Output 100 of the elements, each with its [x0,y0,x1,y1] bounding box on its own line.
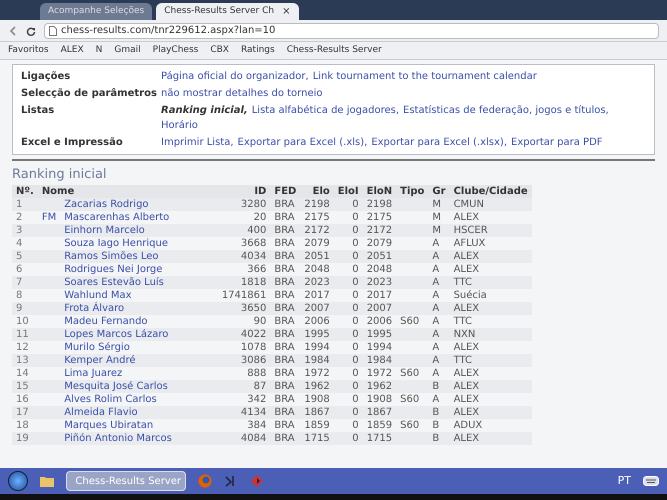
link[interactable]: Exportar para Excel (.xlsx), [371,135,508,150]
player-link[interactable]: Wahlund Max [64,290,132,300]
info-label: Excel e Impressão [21,136,124,150]
table-cell: 0 [334,418,363,432]
player-link[interactable]: Madeu Fernando [64,316,148,326]
table-cell: TTC [450,276,532,288]
table-cell: 3650 [218,302,270,314]
table-cell: BRA [270,236,300,250]
table-cell: M [428,210,450,224]
table-cell: 342 [218,392,270,406]
table-cell: 2175 [300,210,334,224]
link[interactable]: Ranking inicial, [161,103,248,118]
bookmark[interactable]: Ratings [240,44,275,58]
link[interactable]: Imprimir Lista, [161,135,234,150]
table-cell: S60 [396,314,428,328]
bookmark[interactable]: ALEX [60,44,84,58]
player-link[interactable]: Einhorn Marcelo [64,224,145,236]
table-cell: 20 [218,210,270,224]
reload-icon[interactable] [26,26,36,36]
language-indicator[interactable]: PT [618,472,631,490]
section-title: Ranking inicial [12,166,108,184]
start-button[interactable] [8,471,28,491]
table-cell: BRA [270,210,300,224]
link[interactable]: Exportar para Excel (.xls), [238,135,368,150]
player-link[interactable]: Murilo Sérgio [64,342,130,352]
link[interactable]: Horário [161,118,198,133]
link[interactable]: Lista alfabética de jogadores, [252,103,400,118]
folder-icon[interactable] [40,475,54,487]
table-cell: B [428,432,450,444]
chess-app-icon[interactable] [250,474,264,488]
player-link[interactable]: Lopes Marcos Lázaro [64,328,168,340]
table-cell: 1962 [362,380,396,392]
table-cell: 1908 [362,392,396,406]
table-cell: 0 [334,262,363,276]
table-cell: ALEX [450,392,532,406]
table-cell: BRA [270,314,300,328]
table-cell: 2079 [300,236,334,250]
bookmark[interactable]: CBX [210,44,229,58]
player-link[interactable]: Alves Rolim Carlos [64,394,157,404]
table-cell: A [428,340,450,354]
table-cell: BRA [270,262,300,276]
table-cell: ALEX [450,380,532,392]
table-cell: 1995 [362,328,396,340]
column-header: Clube/Cidade [450,184,532,198]
column-header: EloI [334,184,363,198]
bookmark[interactable]: N [96,44,102,58]
info-label: Ligações [21,70,72,84]
player-link[interactable]: Zacarias Rodrigo [64,198,149,210]
rank-number: 15 [12,380,38,392]
player-link[interactable]: Soares Estevão Luís [64,276,164,288]
link[interactable]: Link tournament to the tournament calendar [312,69,537,84]
player-link[interactable]: Rodrigues Nei Jorge [64,264,162,274]
table-cell: 0 [334,366,363,380]
table-cell: 1078 [218,340,270,354]
table-cell: 2172 [300,224,334,236]
bookmark[interactable]: Gmail [114,44,141,58]
table-cell: A [428,262,450,276]
player-link[interactable]: Mesquita José Carlos [64,380,168,392]
table-cell: 1984 [300,354,334,366]
player-link[interactable]: Kemper André [64,354,136,366]
rank-number: 8 [12,288,38,302]
table-cell: 2048 [362,262,396,276]
table-cell: 2175 [362,210,396,224]
link[interactable]: Exportar para PDF [511,135,603,150]
player-link[interactable]: Lima Juarez [64,368,122,378]
table-cell: BRA [270,432,300,444]
link[interactable]: Página oficial do organizador, [161,69,309,84]
table-cell: 1994 [362,340,396,354]
player-link[interactable]: Marques Ubiratan [64,420,154,430]
player-link[interactable]: Frota Álvaro [64,302,124,314]
bookmark[interactable]: Chess-Results Server [286,44,382,58]
table-cell: 1859 [362,418,396,432]
bookmark[interactable]: PlayChess [152,44,198,58]
rank-number: 13 [12,354,38,366]
link[interactable]: não mostrar detalhes do torneio [161,86,322,101]
table-cell: B [428,418,450,432]
table-cell: ALEX [450,406,532,418]
table-cell: AFLUX [450,236,532,250]
table-cell: 2023 [300,276,334,288]
player-link[interactable]: Piñón Antonio Marcos [64,432,172,444]
column-header: Nº. [12,184,38,198]
back-icon[interactable] [8,26,18,36]
player-link[interactable]: Almeida Flavio [64,406,138,418]
close-icon[interactable]: × [282,4,290,19]
table-cell: A [428,276,450,288]
player-link[interactable]: Ramos Simões Leo [64,250,158,262]
browser-tab[interactable]: Chess-Results Server Ch × [156,3,298,20]
table-cell: 400 [218,224,270,236]
rank-number: 10 [12,314,38,328]
table-cell: A [428,288,450,302]
table-cell: 4034 [218,250,270,262]
address-bar[interactable]: chess-results.com/tnr229612.aspx?lan=10 [44,22,659,38]
bookmark[interactable]: Favoritos [8,44,49,58]
link[interactable]: Estatísticas de federação, jogos e títulos, [403,103,609,118]
player-link[interactable]: Mascarenhas Alberto [64,212,170,222]
keyboard-icon[interactable] [643,476,659,486]
table-cell: 2051 [362,250,396,262]
firefox-icon[interactable] [198,474,212,488]
column-header: ID [218,184,270,198]
player-link[interactable]: Souza Iago Henrique [64,238,168,248]
